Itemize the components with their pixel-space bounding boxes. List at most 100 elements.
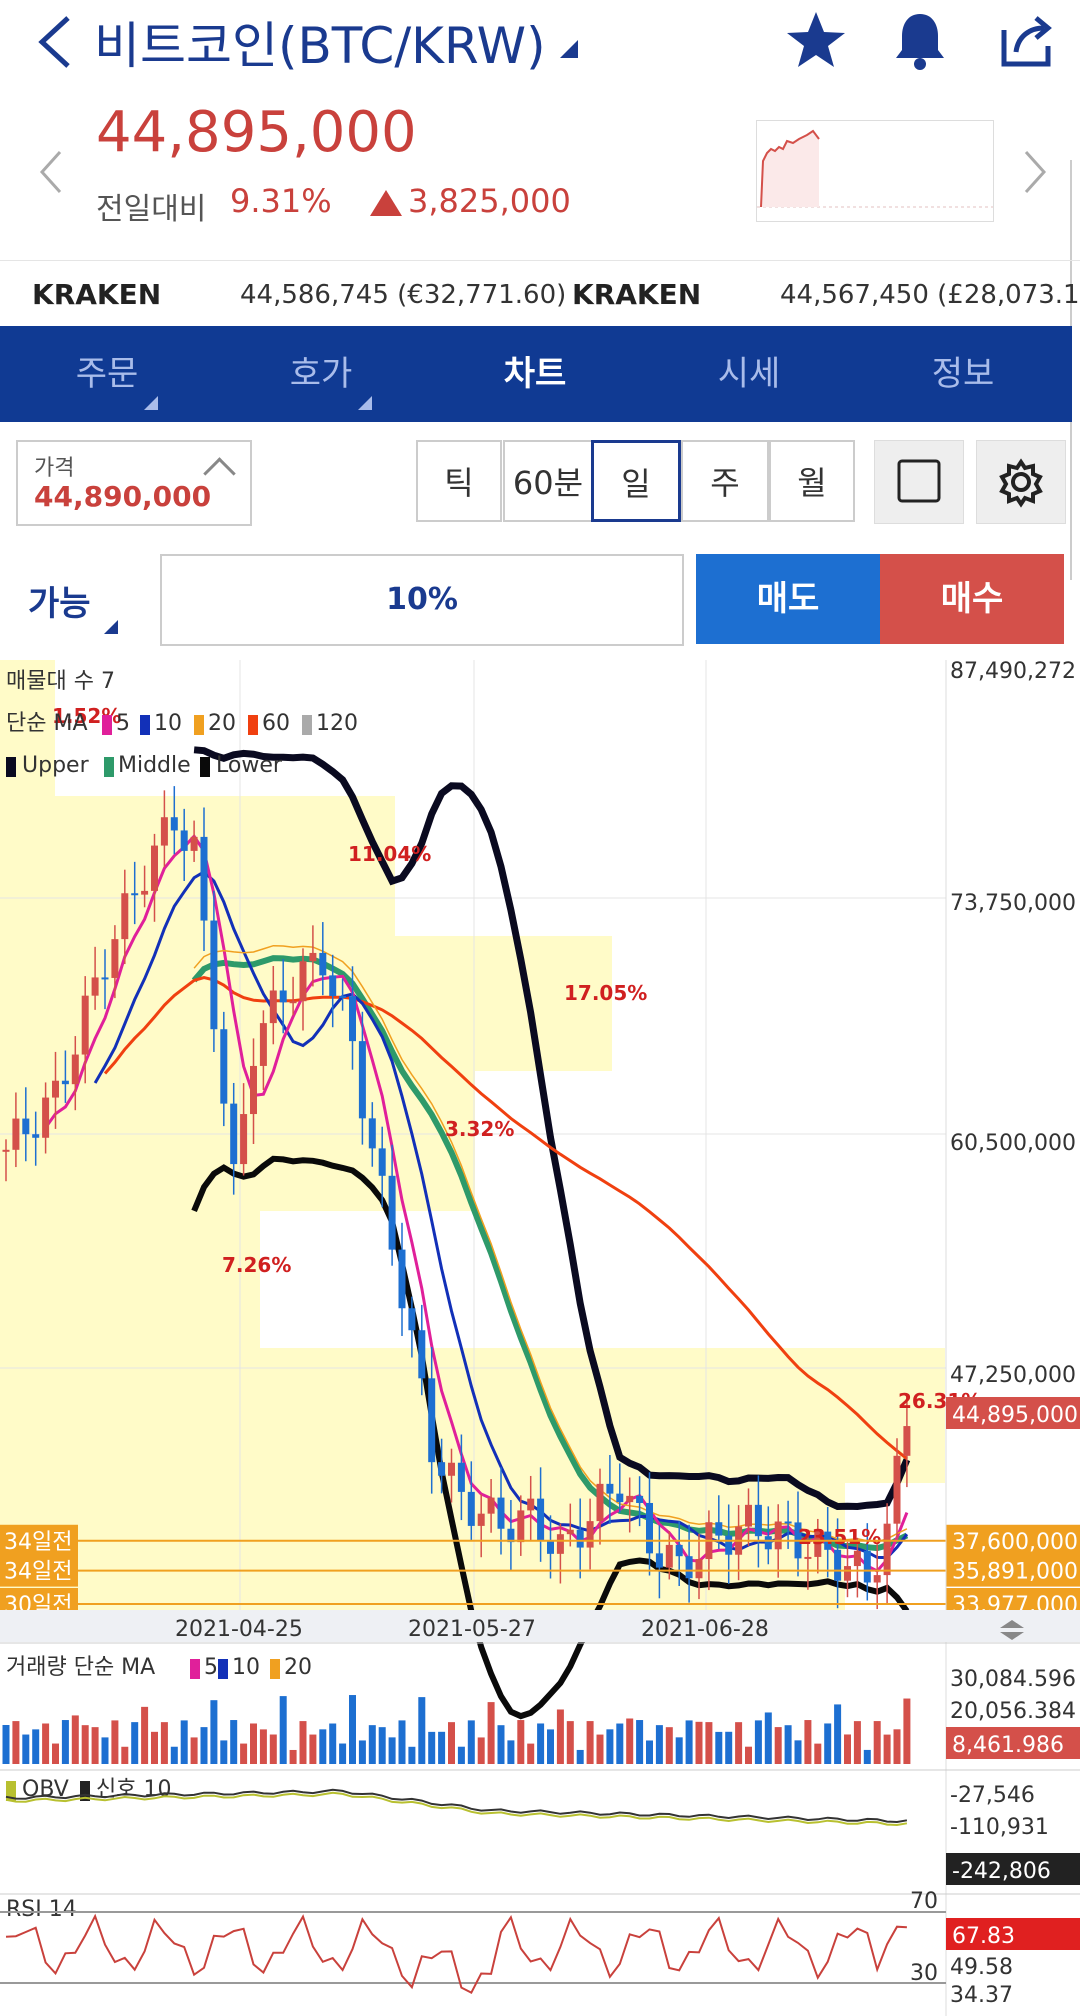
volume-bar [754, 1720, 762, 1764]
volume-bar [220, 1740, 228, 1764]
tab-info[interactable]: 정보 [856, 326, 1070, 422]
quantity-percent-selector[interactable]: 10% [160, 554, 684, 646]
volume-legend: 거래량 단순 MA [6, 1655, 155, 1680]
current-price: 44,895,000 [96, 100, 417, 165]
candle-body [2, 1149, 10, 1152]
candle-body [844, 1566, 851, 1581]
candle-body [883, 1523, 891, 1576]
candle-body [111, 939, 119, 978]
buy-button[interactable]: 매수 [880, 554, 1064, 644]
obv-lines [5, 1788, 908, 1827]
volume-bar [675, 1737, 683, 1764]
period-tick[interactable]: 틱 [416, 440, 502, 522]
settings-button[interactable] [976, 440, 1066, 524]
candle-body [220, 1029, 228, 1104]
candle-body [725, 1535, 733, 1555]
candle-body [71, 1054, 79, 1085]
sell-button[interactable]: 매도 [696, 554, 880, 644]
candle-body [784, 1521, 792, 1524]
candle-body [52, 1080, 59, 1098]
legend-lower: Lower [216, 753, 283, 778]
volume-bar [170, 1746, 178, 1764]
volume-bar [81, 1725, 89, 1764]
main-tabs: 주문 호가 차트 시세 정보 [0, 326, 1072, 422]
candle-body [259, 1023, 267, 1066]
period-month[interactable]: 월 [769, 440, 855, 522]
title-dropdown-caret-icon[interactable] [560, 40, 578, 58]
candle-body [141, 890, 149, 895]
candle-body [586, 1521, 594, 1548]
star-icon[interactable] [784, 8, 848, 72]
level-left-label: 34일전 [4, 1530, 72, 1555]
volume-bar [646, 1740, 653, 1764]
candle-body [180, 830, 188, 851]
volume-bar [547, 1729, 554, 1764]
vol-ma20-swatch [270, 1659, 280, 1679]
candle-body [893, 1455, 901, 1524]
period-day[interactable]: 일 [591, 440, 681, 522]
tab-orderbook[interactable]: 호가 [214, 326, 428, 422]
back-chevron-icon[interactable] [30, 12, 80, 72]
tab-quote[interactable]: 시세 [642, 326, 856, 422]
candle-body [487, 1497, 495, 1514]
legend-ma20-swatch [194, 715, 204, 735]
vol-ma5-swatch [190, 1659, 200, 1679]
volume-bar [71, 1715, 79, 1764]
volume-bar [725, 1731, 733, 1764]
legend-ma120: 120 [316, 711, 358, 736]
volume-bar [715, 1731, 723, 1764]
volume-bar [764, 1712, 772, 1764]
share-icon[interactable] [996, 8, 1060, 72]
volume-bar [91, 1727, 99, 1764]
page-title[interactable]: 비트코인(BTC/KRW) [94, 6, 546, 78]
candle-body [329, 975, 337, 996]
rsi-line [5, 1913, 907, 1995]
next-chevron-icon[interactable] [1016, 142, 1056, 202]
candle-body [566, 1529, 574, 1535]
volume-bar [12, 1721, 20, 1764]
volume-bar [358, 1740, 366, 1764]
legend-middle: Middle [118, 753, 191, 778]
candle-body [467, 1491, 475, 1526]
chart-legend: 매물대 수 7 단순 MA 5 10 20 60 120 Upper Middl… [6, 669, 358, 778]
candle-body [665, 1544, 673, 1568]
legend-ma60: 60 [262, 711, 290, 736]
vol-ma10: 10 [232, 1655, 260, 1680]
volume-bar [52, 1743, 59, 1764]
volume-bar [428, 1731, 436, 1764]
volume-bar [774, 1727, 782, 1764]
volume-bar [457, 1746, 465, 1764]
volume-bar [22, 1734, 30, 1764]
available-label[interactable]: 가능 [28, 576, 91, 625]
candle-body [853, 1550, 861, 1567]
legend-ma120-swatch [302, 715, 312, 735]
tab-chart[interactable]: 차트 [428, 326, 642, 422]
layout-button[interactable] [874, 440, 964, 524]
volume-bar [151, 1731, 158, 1764]
period-60min[interactable]: 60분 [503, 440, 593, 522]
volume-bar [299, 1721, 307, 1764]
price-chart[interactable]: 1.52% 11.04% 17.05% 3.32% 7.26% 26.31% 2… [0, 660, 1080, 2016]
candle-body [12, 1118, 20, 1150]
prev-chevron-icon[interactable] [30, 142, 70, 202]
price-selector[interactable]: 가격 44,890,000 [16, 440, 252, 526]
candle-body [170, 817, 178, 831]
square-icon [897, 459, 941, 503]
volume-bar [873, 1721, 881, 1764]
vol-ma20: 20 [284, 1655, 312, 1680]
vp-bar [0, 1071, 475, 1211]
candle-body [42, 1097, 50, 1138]
sparkline-chart[interactable] [756, 120, 994, 222]
candle-body [190, 836, 198, 851]
bell-icon[interactable] [888, 8, 952, 72]
volume-bar [230, 1720, 238, 1764]
volume-bar [834, 1704, 842, 1764]
tab-order[interactable]: 주문 [0, 326, 214, 422]
date-axis: 2021-04-25 2021-05-27 2021-06-28 [0, 1610, 1080, 1642]
volume-bar [448, 1722, 455, 1764]
volume-bar [210, 1700, 218, 1764]
period-week[interactable]: 주 [681, 440, 769, 522]
candle-body [408, 1308, 416, 1331]
candle-body [626, 1495, 634, 1503]
obv-tick: -110,931 [950, 1815, 1049, 1840]
